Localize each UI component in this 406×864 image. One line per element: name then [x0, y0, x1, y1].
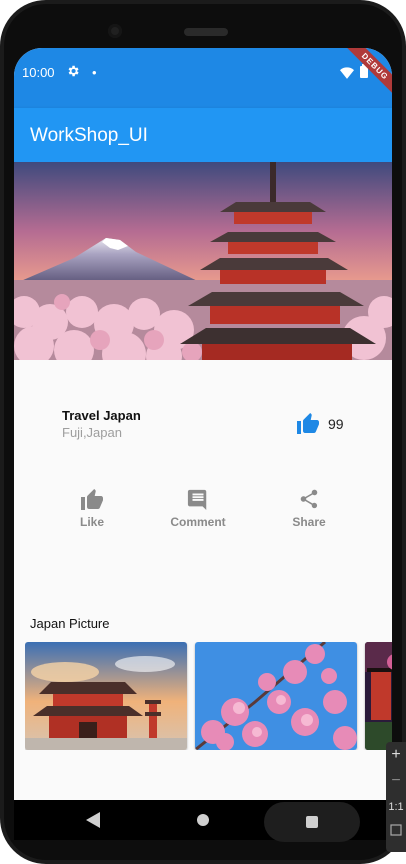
like-count: 99 — [328, 416, 344, 432]
thumb-up-icon[interactable] — [296, 412, 320, 439]
app-bar: WorkShop_UI — [14, 108, 392, 162]
thumb-up-icon — [52, 488, 132, 510]
like-label: Like — [79, 515, 104, 529]
fit-screen-icon[interactable] — [386, 820, 406, 846]
comment-button[interactable]: Comment — [158, 488, 238, 529]
action-row: Like Comment Share — [14, 488, 392, 538]
android-nav-bar — [14, 800, 392, 842]
gallery-image-temple[interactable] — [25, 642, 187, 750]
recents-icon[interactable] — [306, 816, 318, 828]
app-screen: 10:00 • DEBUG WorkShop_UI Travel Japan F… — [14, 48, 392, 800]
like-button[interactable]: Like — [52, 488, 132, 529]
post-subtitle: Fuji,Japan — [62, 425, 122, 440]
gallery-list[interactable] — [25, 642, 392, 750]
comment-label: Comment — [170, 515, 226, 529]
share-button[interactable]: Share — [269, 488, 349, 529]
notification-dot: • — [92, 65, 97, 80]
wifi-icon — [340, 66, 354, 84]
app-bar-title: WorkShop_UI — [30, 125, 148, 146]
speaker-grille — [184, 28, 228, 36]
zoom-out-button[interactable]: − — [386, 768, 406, 794]
share-label: Share — [292, 515, 326, 529]
zoom-in-button[interactable]: + — [386, 742, 406, 768]
zoom-reset-button[interactable]: 1:1 — [386, 794, 406, 820]
gallery-image-night[interactable] — [365, 642, 392, 750]
comment-icon — [158, 488, 238, 510]
camera-icon — [108, 24, 122, 38]
home-icon[interactable] — [197, 814, 209, 826]
status-time: 10:00 — [22, 65, 55, 80]
status-bar: 10:00 • DEBUG — [14, 48, 392, 108]
emulator-zoom-controls: + − 1:1 — [386, 742, 406, 852]
share-icon — [269, 488, 349, 510]
back-icon[interactable] — [86, 812, 100, 833]
gallery-label: Japan Picture — [30, 616, 110, 631]
hero-image — [14, 162, 392, 360]
post-header: Travel Japan Fuji,Japan 99 — [14, 398, 392, 440]
post-title: Travel Japan — [62, 408, 141, 423]
gallery-image-blossom[interactable] — [195, 642, 357, 750]
gear-icon — [66, 64, 80, 83]
